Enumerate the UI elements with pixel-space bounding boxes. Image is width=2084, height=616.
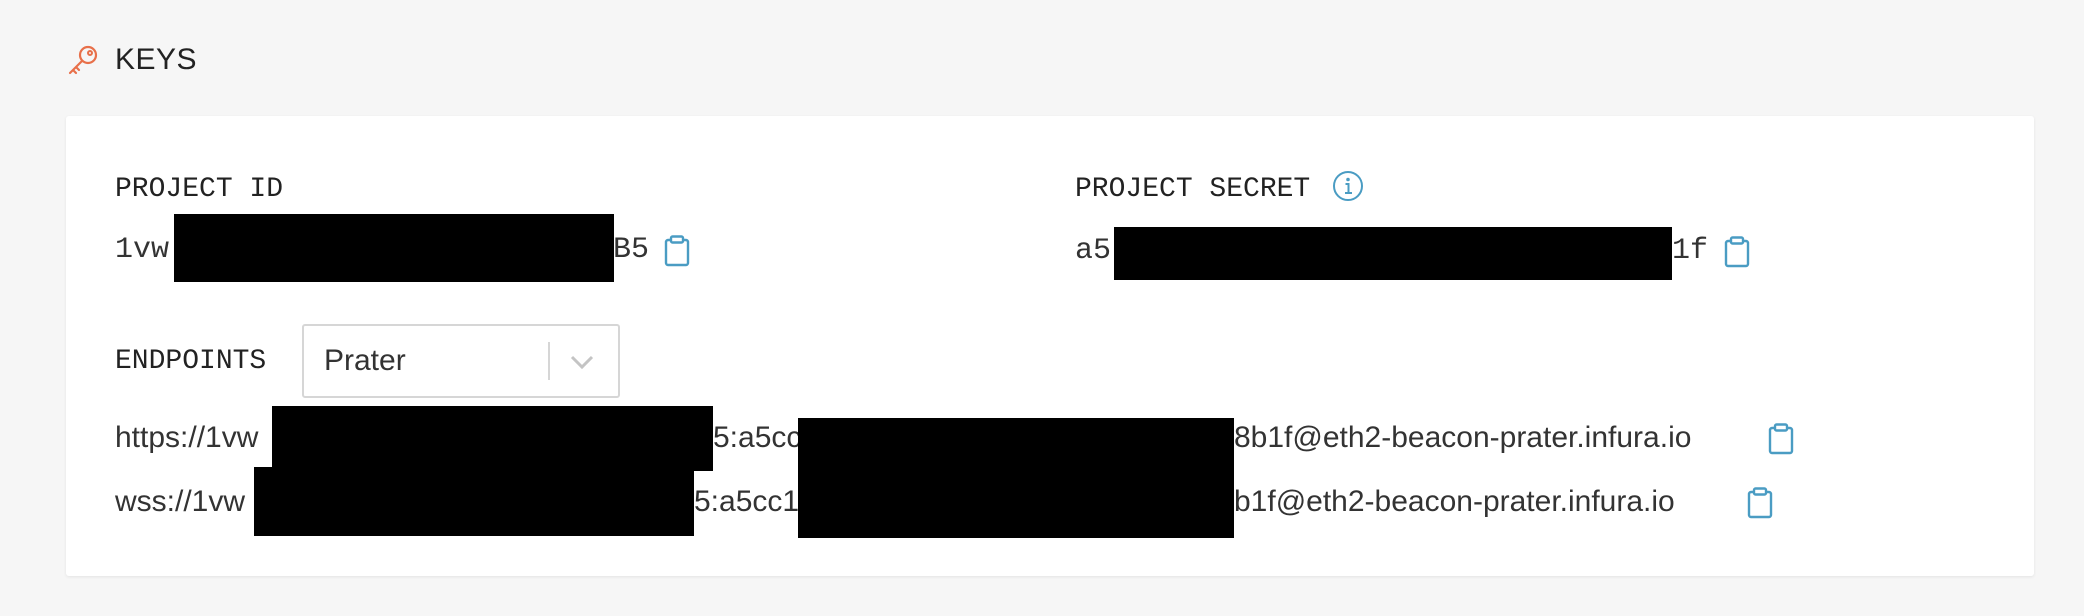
info-icon[interactable] xyxy=(1332,170,1364,202)
project-id-value-end: B5 xyxy=(613,233,650,267)
project-secret-value-end: 1f xyxy=(1672,234,1709,268)
network-select-value: Prater xyxy=(324,344,406,377)
wss-endpoint-mid: 5:a5cc1 xyxy=(694,485,800,518)
copy-https-endpoint-clipboard-icon[interactable] xyxy=(1768,423,1794,455)
project-secret-label: PROJECT SECRET xyxy=(1075,174,1311,205)
select-separator xyxy=(548,342,550,380)
project-secret-redaction xyxy=(1114,227,1672,280)
keys-card: PROJECT ID 1vw B5 PROJECT SECRET a5 1f E… xyxy=(66,116,2034,576)
https-endpoint-end: 8b1f@eth2-beacon-prater.infura.io xyxy=(1234,421,1692,454)
project-id-label: PROJECT ID xyxy=(115,174,284,205)
key-icon xyxy=(68,45,98,75)
https-endpoint-redaction-1 xyxy=(272,406,713,471)
section-title: KEYS xyxy=(115,43,198,76)
https-endpoint-redaction-2 xyxy=(798,418,1234,476)
project-secret-value-start: a5 xyxy=(1075,234,1112,268)
https-endpoint-mid: 5:a5cc xyxy=(713,421,802,454)
copy-project-secret-clipboard-icon[interactable] xyxy=(1724,236,1750,268)
wss-endpoint-redaction-1 xyxy=(254,467,694,536)
https-endpoint-start: https://1vw xyxy=(115,421,259,454)
project-id-value-start: 1vw xyxy=(115,233,170,267)
wss-endpoint-redaction-2 xyxy=(798,476,1234,538)
chevron-down-icon xyxy=(570,355,594,370)
network-select[interactable]: Prater xyxy=(302,324,620,398)
wss-endpoint-start: wss://1vw xyxy=(115,485,246,518)
project-id-redaction xyxy=(174,214,614,282)
endpoints-label: ENDPOINTS xyxy=(115,346,267,377)
copy-wss-endpoint-clipboard-icon[interactable] xyxy=(1747,487,1773,519)
copy-project-id-clipboard-icon[interactable] xyxy=(664,235,690,267)
keys-section-header: KEYS xyxy=(66,38,197,82)
wss-endpoint-end: b1f@eth2-beacon-prater.infura.io xyxy=(1234,485,1675,518)
